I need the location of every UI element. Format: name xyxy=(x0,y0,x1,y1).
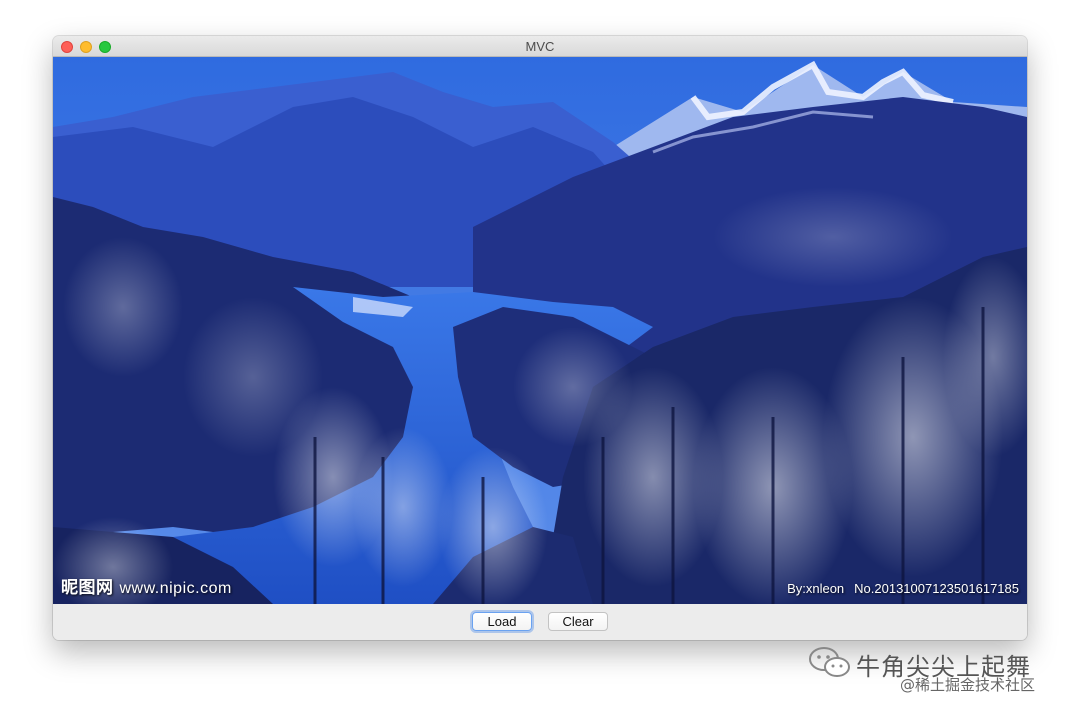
image-display: 昵图网 www.nipic.com By:xnleon No.20131007123… xyxy=(53,57,1027,604)
load-button[interactable]: Load xyxy=(472,612,532,631)
watermark-community-text: @稀土掘金技术社区 xyxy=(900,676,1036,694)
watermark-number: No.20131007123501617185 xyxy=(854,581,1019,596)
image-watermark-right: By:xnleon No.20131007123501617185 xyxy=(787,581,1019,596)
wechat-icon xyxy=(809,647,850,677)
watermark-site: www.nipic.com xyxy=(119,580,232,597)
title-bar[interactable]: MVC xyxy=(53,36,1027,57)
landscape-image xyxy=(53,57,1027,604)
app-window: MVC 昵图网 www.nipic.com By:xnleon No.20131… xyxy=(53,36,1027,640)
image-watermark-left: 昵图网 www.nipic.com xyxy=(61,573,232,598)
watermark-author: By:xnleon xyxy=(787,581,845,596)
page-watermark: 牛角尖尖上起舞 @稀土掘金技术社区 xyxy=(808,644,1068,694)
window-title: MVC xyxy=(525,39,555,54)
button-bar: Load Clear xyxy=(53,604,1027,640)
clear-button[interactable]: Clear xyxy=(548,612,608,631)
watermark-brand: 昵图网 xyxy=(61,578,114,597)
